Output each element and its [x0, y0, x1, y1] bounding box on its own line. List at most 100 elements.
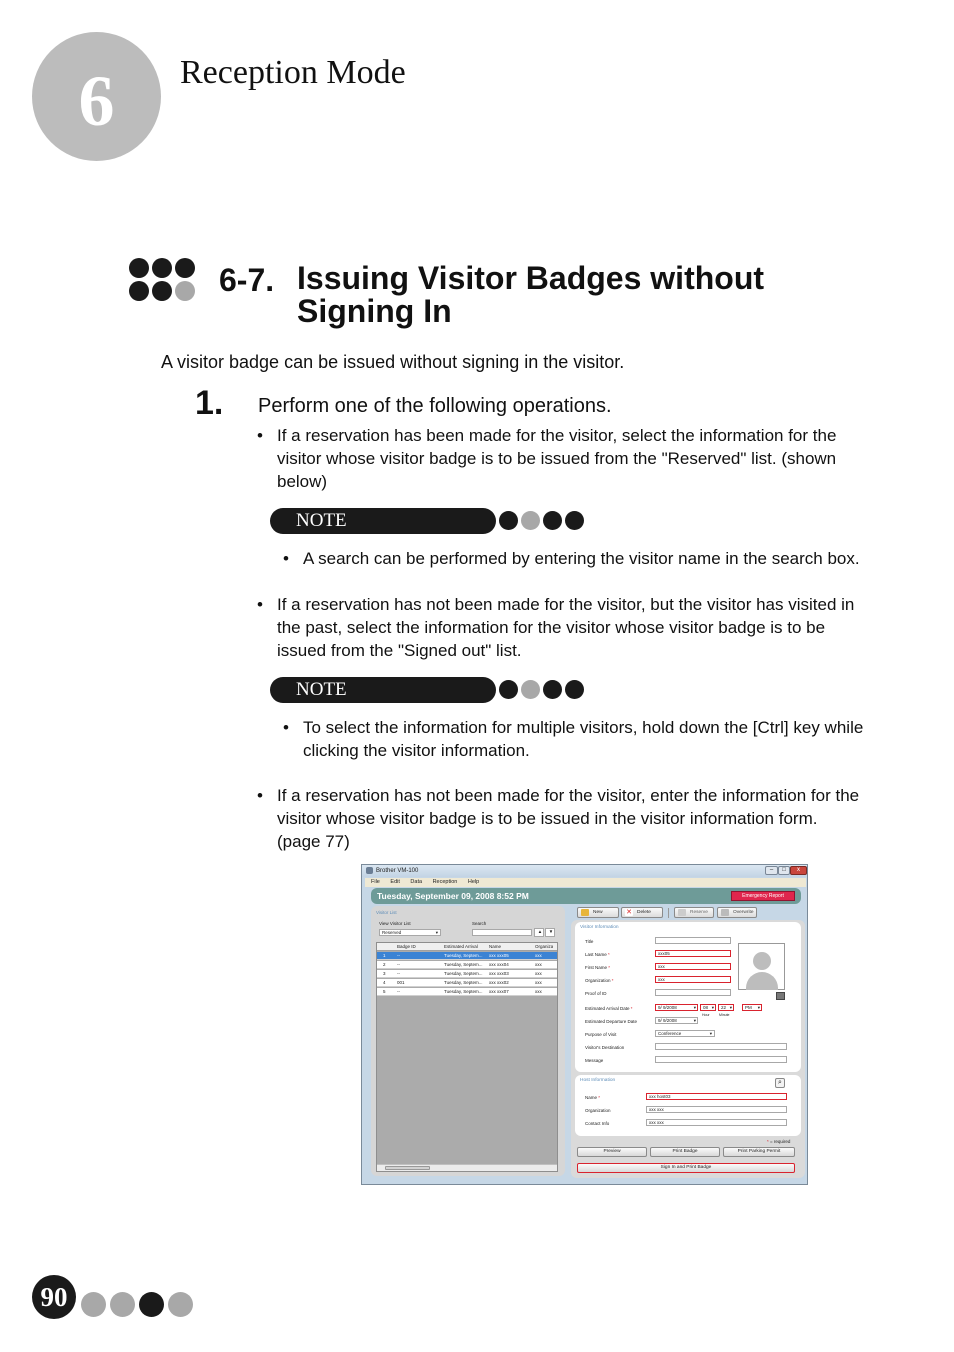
column-header[interactable]: Estimated Arrival — [444, 943, 478, 950]
host-info-title: Host Information — [580, 1078, 616, 1083]
menu-reception[interactable]: Reception — [433, 879, 458, 885]
button-label: Delete — [637, 910, 651, 915]
button-label: New — [593, 910, 603, 915]
intro-text: A visitor badge can be issued without si… — [161, 352, 625, 372]
table-row[interactable]: 2 -- Tuesday, Septem... xxx xxx04 xxx — [377, 961, 557, 969]
row-number: 3 — [383, 971, 386, 976]
menu-data[interactable]: Data — [410, 879, 422, 885]
first-name-input[interactable]: xxx — [655, 963, 731, 970]
column-header[interactable]: Name — [489, 943, 501, 950]
page-number: 90 — [32, 1275, 76, 1319]
badge-id-cell: -- — [397, 962, 400, 967]
reserve-button[interactable]: Reserve — [674, 907, 714, 918]
print-parking-permit-button[interactable]: Print Parking Permit — [723, 1147, 795, 1157]
overwrite-button[interactable]: Overwrite — [717, 907, 757, 918]
last-name-input[interactable]: xxx05 — [655, 950, 731, 957]
hour-value: 08 — [703, 1005, 709, 1010]
section-title-line: Signing In — [297, 293, 452, 329]
scrollbar-thumb[interactable] — [385, 1166, 430, 1170]
name-cell: xxx xxx02 — [489, 980, 509, 985]
view-visitor-list-select[interactable]: Reserved ▾ — [379, 929, 441, 936]
menu-file[interactable]: File — [371, 879, 380, 885]
date-value: 9/ 9/2008 — [658, 1005, 677, 1010]
view-visitor-list-label: View Visitor List — [379, 921, 411, 926]
organization-cell: xxx — [535, 980, 542, 985]
organization-input[interactable]: xxx — [655, 976, 731, 983]
bullet-line: If a reservation has not been made for t… — [277, 786, 860, 805]
close-button[interactable]: x — [790, 866, 807, 875]
badge-id-cell: -- — [397, 989, 400, 994]
arrival-hour-select[interactable]: 08 ▾ — [700, 1004, 716, 1011]
person-body-icon — [746, 972, 778, 990]
column-header[interactable]: Badge ID — [397, 943, 416, 950]
new-button[interactable]: New — [577, 907, 619, 918]
menu-help[interactable]: Help — [468, 879, 479, 885]
toolbar-separator — [668, 908, 669, 918]
dropdown-arrow-icon: ▾ — [757, 1005, 760, 1010]
table-row[interactable]: 3 -- Tuesday, Septem... xxx xxx03 xxx — [377, 970, 557, 978]
arrival-cell: Tuesday, Septem... — [444, 953, 483, 958]
required-star: * — [608, 965, 611, 970]
proof-of-id-input[interactable] — [655, 989, 731, 996]
row-number: 2 — [383, 962, 386, 967]
arrival-cell: Tuesday, Septem... — [444, 971, 483, 976]
person-head-icon — [753, 952, 771, 970]
column-header[interactable]: Organiza — [535, 943, 553, 950]
arrival-date-picker[interactable]: 9/ 9/2008 ▾ — [655, 1004, 698, 1011]
search-label: Search — [472, 921, 487, 926]
row-number: 1 — [383, 953, 386, 958]
dropdown-arrow-icon: ▾ — [711, 1005, 714, 1010]
host-organization-input[interactable]: xxx xxx — [646, 1106, 787, 1113]
name-cell: xxx xxx04 — [489, 962, 509, 967]
title-input[interactable] — [655, 937, 731, 944]
section-dots-icon — [129, 258, 195, 302]
host-contact-input[interactable]: xxx xxx — [646, 1119, 787, 1126]
sign-in-print-badge-button[interactable]: Sign In and Print Badge — [577, 1163, 795, 1173]
menu-edit[interactable]: Edit — [390, 879, 399, 885]
horizontal-scrollbar[interactable] — [377, 1164, 557, 1171]
section-number: 6-7. — [219, 262, 275, 298]
organization-label: Organization * — [585, 978, 614, 983]
maximize-button[interactable]: □ — [778, 866, 790, 875]
bullet-item: • If a reservation has been made for the… — [257, 424, 837, 493]
departure-date-picker[interactable]: 9/ 9/2008 ▾ — [655, 1017, 698, 1024]
move-down-button[interactable]: ▼ — [545, 928, 555, 937]
footer-dots-icon — [81, 1292, 196, 1318]
badge-id-cell: 001 — [397, 980, 405, 985]
table-row[interactable]: 1 -- Tuesday, Septem... xxx xxx05 xxx — [377, 952, 557, 960]
minimize-button[interactable]: – — [765, 866, 778, 875]
label-text: First Name — [585, 965, 608, 970]
note-text: To select the information for multiple v… — [303, 718, 864, 737]
search-input[interactable] — [472, 929, 532, 936]
emergency-report-button[interactable]: Emergency Report — [731, 891, 795, 901]
purpose-select[interactable]: Conference ▾ — [655, 1030, 715, 1037]
arrival-cell: Tuesday, Septem... — [444, 980, 483, 985]
delete-button[interactable]: ✕ Delete — [621, 907, 663, 918]
dropdown-arrow-icon: ▾ — [693, 1005, 696, 1010]
table-row[interactable]: 5 -- Tuesday, Septem... xxx xxx07 xxx — [377, 988, 557, 996]
bullet-line: visitor whose visitor badge is to be iss… — [277, 449, 837, 468]
bullet-dot-icon: • — [257, 426, 263, 445]
visitor-photo[interactable] — [738, 943, 785, 990]
destination-input[interactable] — [655, 1043, 787, 1050]
host-name-input[interactable]: xxx host03 — [646, 1093, 787, 1100]
host-search-button[interactable]: ⌕ — [775, 1078, 785, 1088]
button-label: Reserve — [690, 910, 708, 915]
arrival-cell: Tuesday, Septem... — [444, 989, 483, 994]
proof-of-id-label: Proof of ID — [585, 991, 607, 996]
bullet-line: the past, select the information for the… — [277, 618, 826, 637]
arrival-minute-select[interactable]: 22 ▾ — [718, 1004, 734, 1011]
print-badge-button[interactable]: Print Badge — [650, 1147, 720, 1157]
move-up-button[interactable]: ▲ — [534, 928, 544, 937]
preview-button[interactable]: Preview — [577, 1147, 647, 1157]
arrival-ampm-select[interactable]: PM ▾ — [742, 1004, 762, 1011]
label-text: Name — [585, 1095, 598, 1100]
table-row[interactable]: 4 001 Tuesday, Septem... xxx xxx02 xxx — [377, 979, 557, 987]
reserve-icon — [678, 909, 686, 916]
bullet-line: visitor whose visitor badge is to be iss… — [277, 809, 818, 828]
camera-button[interactable] — [776, 992, 785, 1000]
required-star: * — [630, 1006, 633, 1011]
message-input[interactable] — [655, 1056, 787, 1063]
organization-cell: xxx — [535, 989, 542, 994]
organization-cell: xxx — [535, 953, 542, 958]
